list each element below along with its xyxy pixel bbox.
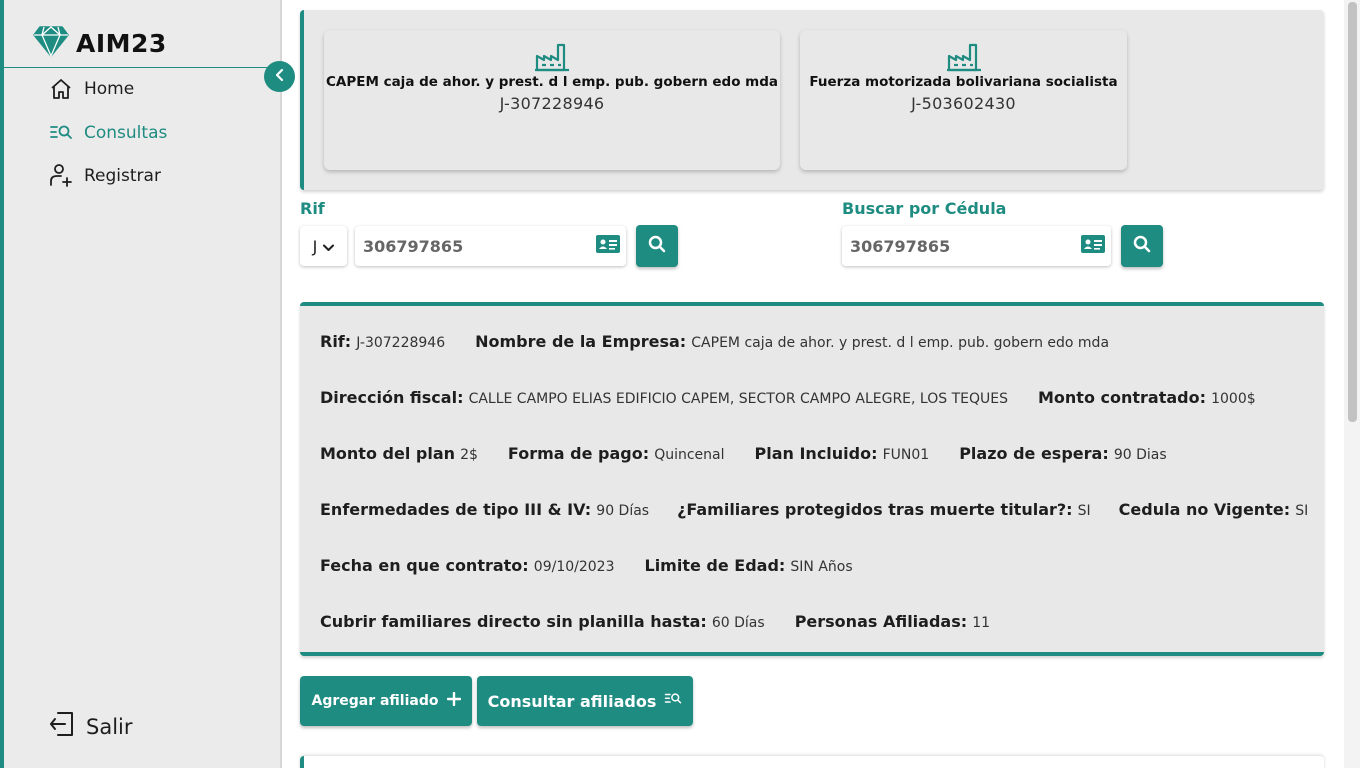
rif-search-button[interactable] bbox=[636, 225, 678, 267]
company-details-panel: Rif: J-307228946 Nombre de la Empresa: C… bbox=[300, 302, 1324, 656]
detail-value: 90 Días bbox=[596, 503, 650, 519]
detail-row: Rif: J-307228946 Nombre de la Empresa: C… bbox=[320, 332, 1109, 351]
rif-search-field[interactable] bbox=[355, 226, 626, 266]
rif-label: Rif bbox=[300, 199, 325, 218]
detail-value: J-307228946 bbox=[356, 335, 446, 351]
detail-value: FUN01 bbox=[882, 447, 930, 463]
home-icon bbox=[48, 76, 74, 102]
logout-icon bbox=[48, 710, 76, 743]
search-icon bbox=[648, 235, 666, 257]
sidebar-item-home[interactable]: Home bbox=[48, 76, 134, 102]
detail-row: Enfermedades de tipo III & IV: 90 Días ¿… bbox=[320, 500, 1308, 519]
consult-affiliates-button[interactable]: Consultar afiliados bbox=[477, 676, 693, 726]
detail-value: CAPEM caja de ahor. y prest. d l emp. pu… bbox=[691, 335, 1110, 351]
sidebar-item-label: Home bbox=[84, 79, 135, 99]
company-rif: J-503602430 bbox=[911, 94, 1016, 113]
detail-value: 1000$ bbox=[1211, 391, 1256, 407]
company-name: CAPEM caja de ahor. y prest. d l emp. pu… bbox=[325, 74, 779, 90]
sidebar: AIM23 Home Consultas Registrar Salir bbox=[0, 0, 282, 768]
rif-type-value: J bbox=[312, 236, 318, 256]
detail-key: Nombre de la Empresa: bbox=[475, 332, 687, 351]
scrollbar-thumb[interactable] bbox=[1348, 2, 1357, 422]
add-affiliate-label: Agregar afiliado bbox=[311, 693, 439, 709]
factory-icon bbox=[324, 42, 780, 72]
search-list-icon bbox=[48, 120, 74, 146]
logout-button[interactable]: Salir bbox=[48, 710, 133, 743]
detail-key: Limite de Edad: bbox=[644, 556, 786, 575]
detail-value: Quincenal bbox=[654, 447, 725, 463]
company-card[interactable]: Fuerza motorizada bolivariana socialista… bbox=[800, 30, 1127, 170]
plus-icon bbox=[446, 691, 461, 710]
detail-key: Fecha en que contrato: bbox=[320, 556, 529, 575]
detail-row: Monto del plan 2$ Forma de pago: Quincen… bbox=[320, 444, 1167, 463]
detail-key: Monto del plan bbox=[320, 444, 455, 463]
sidebar-item-label: Consultas bbox=[84, 123, 168, 143]
id-card-icon bbox=[596, 235, 620, 257]
detail-key: Cedula no Vigente: bbox=[1118, 500, 1291, 519]
affiliates-panel bbox=[300, 756, 1324, 768]
detail-key: Plan Incluido: bbox=[754, 444, 878, 463]
sidebar-item-registrar[interactable]: Registrar bbox=[48, 163, 161, 189]
detail-key: Enfermedades de tipo III & IV: bbox=[320, 500, 592, 519]
cedula-search-field[interactable] bbox=[842, 226, 1111, 266]
cedula-label: Buscar por Cédula bbox=[842, 199, 1007, 218]
search-list-icon bbox=[664, 691, 682, 711]
id-card-icon bbox=[1081, 235, 1105, 257]
detail-row: Cubrir familiares directo sin planilla h… bbox=[320, 612, 990, 631]
sidebar-item-consultas[interactable]: Consultas bbox=[48, 120, 167, 146]
add-affiliate-button[interactable]: Agregar afiliado bbox=[300, 676, 472, 726]
detail-value: SI bbox=[1077, 503, 1091, 519]
brand[interactable]: AIM23 bbox=[32, 24, 167, 62]
detail-row: Dirección fiscal: CALLE CAMPO ELIAS EDIF… bbox=[320, 388, 1256, 407]
rif-search-input[interactable] bbox=[363, 236, 563, 256]
detail-key: Rif: bbox=[320, 332, 352, 351]
brand-divider bbox=[4, 67, 282, 68]
collapse-sidebar-button[interactable] bbox=[264, 61, 295, 92]
detail-key: Forma de pago: bbox=[507, 444, 650, 463]
sidebar-item-label: Registrar bbox=[84, 166, 161, 186]
company-list-panel: CAPEM caja de ahor. y prest. d l emp. pu… bbox=[300, 10, 1324, 190]
detail-value: 60 Días bbox=[711, 615, 765, 631]
vertical-scrollbar[interactable] bbox=[1344, 0, 1360, 768]
company-name: Fuerza motorizada bolivariana socialista bbox=[809, 74, 1118, 90]
detail-value: CALLE CAMPO ELIAS EDIFICIO CAPEM, SECTOR… bbox=[468, 391, 1008, 407]
detail-value: 09/10/2023 bbox=[533, 559, 615, 575]
app-root: AIM23 Home Consultas Registrar Salir CAP… bbox=[0, 0, 1360, 768]
detail-value: 90 Dias bbox=[1113, 447, 1167, 463]
chevron-left-icon bbox=[273, 67, 287, 86]
detail-key: Dirección fiscal: bbox=[320, 388, 464, 407]
factory-icon bbox=[800, 42, 1127, 72]
diamond-icon bbox=[32, 24, 70, 62]
detail-key: Monto contratado: bbox=[1037, 388, 1206, 407]
detail-key: Plazo de espera: bbox=[959, 444, 1109, 463]
company-card[interactable]: CAPEM caja de ahor. y prest. d l emp. pu… bbox=[324, 30, 780, 170]
detail-key: Cubrir familiares directo sin planilla h… bbox=[320, 612, 707, 631]
detail-value: SIN Años bbox=[790, 559, 853, 575]
add-user-icon bbox=[48, 163, 74, 189]
rif-type-select[interactable]: J bbox=[300, 226, 347, 266]
detail-row: Fecha en que contrato: 09/10/2023 Limite… bbox=[320, 556, 853, 575]
detail-value: 2$ bbox=[460, 447, 478, 463]
company-rif: J-307228946 bbox=[499, 94, 605, 113]
detail-value: SI bbox=[1295, 503, 1309, 519]
brand-title: AIM23 bbox=[76, 28, 167, 58]
detail-value: 11 bbox=[972, 615, 991, 631]
consult-affiliates-label: Consultar afiliados bbox=[487, 691, 657, 711]
cedula-search-input[interactable] bbox=[850, 236, 1050, 256]
detail-key: Personas Afiliadas: bbox=[794, 612, 968, 631]
cedula-search-button[interactable] bbox=[1121, 225, 1163, 267]
logout-label: Salir bbox=[86, 714, 133, 739]
search-icon bbox=[1133, 235, 1151, 257]
detail-key: ¿Familiares protegidos tras muerte titul… bbox=[677, 500, 1073, 519]
chevron-down-icon bbox=[323, 237, 335, 256]
